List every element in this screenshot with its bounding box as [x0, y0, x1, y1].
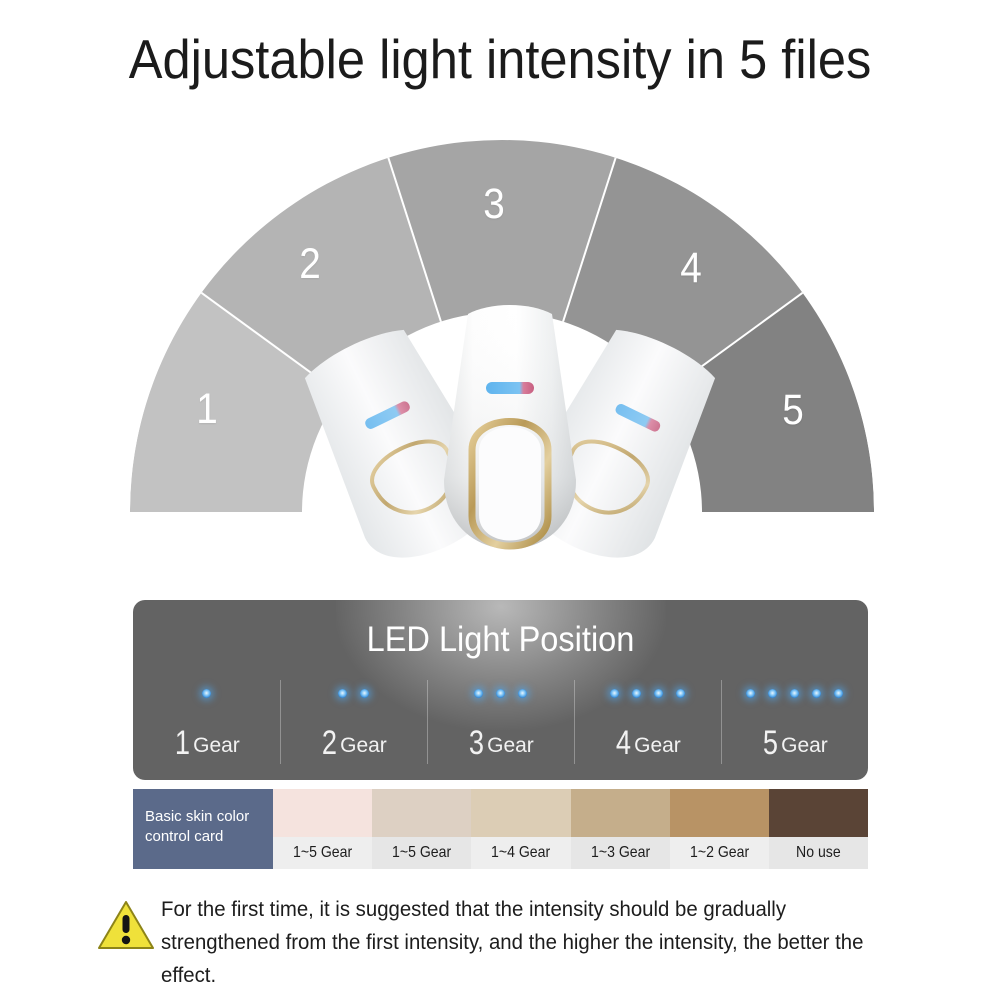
usage-note-text: For the first time, it is suggested that…	[161, 898, 864, 987]
led-dot	[518, 688, 527, 698]
led-dot	[768, 688, 777, 698]
skin-swatch-caption-text: 1~5 Gear	[293, 844, 353, 861]
led-dot	[834, 688, 843, 698]
skin-swatch-caption-text: 1~5 Gear	[392, 844, 452, 861]
led-dot	[746, 688, 755, 698]
skin-swatch-4: 1~3 Gear	[570, 789, 670, 869]
led-dot	[202, 688, 211, 698]
gear-label-4: 4 Gear	[614, 726, 681, 760]
gear-label-2: 2 Gear	[320, 726, 387, 760]
skin-swatch-caption-text: 1~3 Gear	[590, 844, 650, 861]
gear-word: Gear	[193, 734, 240, 757]
skin-swatch-caption-text: 1~4 Gear	[491, 844, 551, 861]
gear-label-3: 3 Gear	[467, 726, 534, 760]
gear-word: Gear	[634, 734, 681, 757]
gear-word: Gear	[781, 734, 828, 757]
skin-swatch-color	[570, 789, 670, 837]
led-dot	[790, 688, 799, 698]
gear-number: 3	[469, 724, 485, 762]
gear-number: 2	[322, 724, 338, 762]
gear-number: 4	[616, 724, 632, 762]
led-dot	[632, 688, 641, 698]
product-center	[444, 305, 576, 550]
page-title: Adjustable light intensity in 5 files	[128, 28, 872, 90]
skin-swatch-caption-text: No use	[796, 844, 841, 861]
gear-item-3: 3 Gear	[427, 678, 574, 770]
led-dot	[610, 688, 619, 698]
gear-word: Gear	[487, 734, 534, 757]
skin-swatch-caption: 1~5 Gear	[372, 837, 472, 869]
led-dot	[338, 688, 347, 698]
gear-number: 1	[175, 724, 191, 762]
led-light-position-panel: LED Light Position 1 Gear 2 Gear 3 Gear …	[133, 600, 868, 780]
gear-item-2: 2 Gear	[280, 678, 427, 770]
skin-swatch-color	[669, 789, 769, 837]
led-dot	[812, 688, 821, 698]
skin-swatch-color	[372, 789, 472, 837]
skin-swatch-5: 1~2 Gear	[669, 789, 769, 869]
usage-note: For the first time, it is suggested that…	[95, 893, 905, 988]
led-dot	[496, 688, 505, 698]
led-dots-1	[202, 682, 211, 704]
led-dots-2	[338, 682, 369, 704]
gear-item-1: 1 Gear	[133, 678, 280, 770]
gear-word: Gear	[340, 734, 387, 757]
skin-swatch-caption: No use	[768, 837, 868, 869]
skin-card-label: Basic skin color control card	[133, 789, 273, 869]
led-dot	[474, 688, 483, 698]
gear-item-5: 5 Gear	[721, 678, 868, 770]
skin-swatch-3: 1~4 Gear	[471, 789, 571, 869]
gear-item-4: 4 Gear	[574, 678, 721, 770]
warning-triangle-icon	[97, 899, 155, 951]
led-dot	[676, 688, 685, 698]
skin-swatch-list: 1~5 Gear 1~5 Gear 1~4 Gear 1~3 Gear 1~2 …	[273, 789, 868, 869]
led-panel-heading: LED Light Position	[366, 620, 635, 659]
led-dot	[360, 688, 369, 698]
skin-swatch-caption: 1~3 Gear	[570, 837, 670, 869]
gear-label-1: 1 Gear	[173, 726, 240, 760]
skin-card-label-line2: control card	[145, 828, 224, 845]
skin-swatch-color	[768, 789, 868, 837]
skin-swatch-caption: 1~4 Gear	[471, 837, 571, 869]
led-dots-3	[474, 682, 527, 704]
skin-swatch-caption: 1~2 Gear	[669, 837, 769, 869]
led-dots-5	[746, 682, 843, 704]
led-dots-4	[610, 682, 685, 704]
skin-swatch-color	[471, 789, 571, 837]
led-dot	[654, 688, 663, 698]
skin-swatch-6: No use	[768, 789, 868, 869]
product-photo	[300, 300, 720, 620]
gear-number: 5	[763, 724, 779, 762]
infographic-canvas: Adjustable light intensity in 5 files 1 …	[0, 0, 1000, 1000]
gear-list: 1 Gear 2 Gear 3 Gear 4 Gear 5 Gear	[133, 678, 868, 770]
skin-card-label-line1: Basic skin color	[145, 808, 250, 825]
skin-swatch-color	[273, 789, 373, 837]
skin-swatch-1: 1~5 Gear	[273, 789, 373, 869]
gear-label-5: 5 Gear	[761, 726, 828, 760]
skin-swatch-2: 1~5 Gear	[372, 789, 472, 869]
skin-swatch-caption: 1~5 Gear	[273, 837, 373, 869]
skin-swatch-caption-text: 1~2 Gear	[689, 844, 749, 861]
skin-color-control-card: Basic skin color control card 1~5 Gear 1…	[133, 789, 868, 869]
product-window	[468, 418, 552, 550]
